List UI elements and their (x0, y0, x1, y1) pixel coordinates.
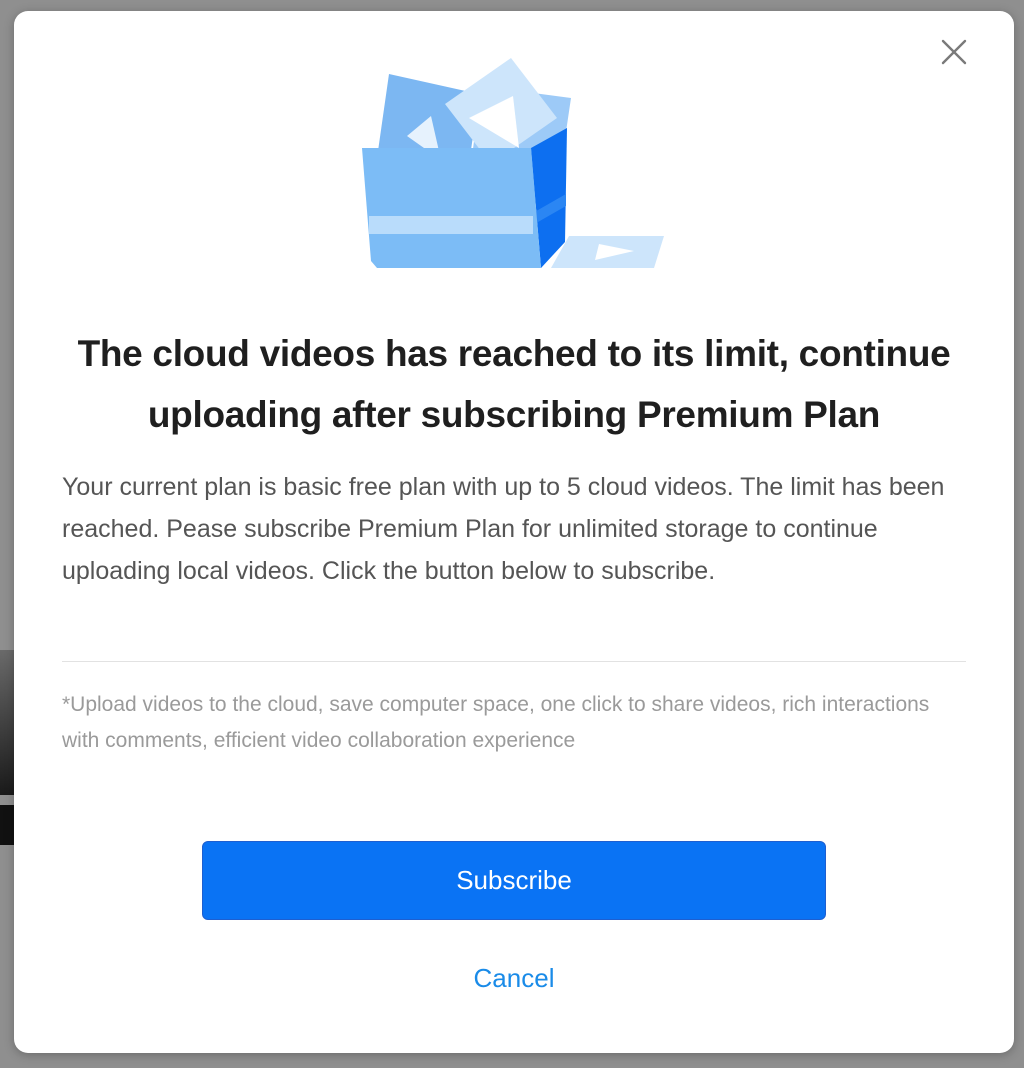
premium-benefits-note: *Upload videos to the cloud, save comput… (62, 693, 930, 752)
cancel-button[interactable]: Cancel (414, 963, 614, 994)
subscription-limit-dialog: The cloud videos has reached to its limi… (14, 11, 1014, 1053)
close-button[interactable] (938, 36, 970, 68)
divider (62, 661, 966, 662)
subscribe-button[interactable]: Subscribe (202, 841, 826, 920)
dialog-description: Your current plan is basic free plan wit… (62, 473, 945, 585)
backdrop-window-edge (0, 650, 14, 795)
dialog-title: The cloud videos has reached to its limi… (77, 333, 951, 435)
backdrop-window-edge-dark (0, 805, 14, 845)
video-box-illustration (362, 58, 664, 268)
close-icon (941, 39, 967, 65)
